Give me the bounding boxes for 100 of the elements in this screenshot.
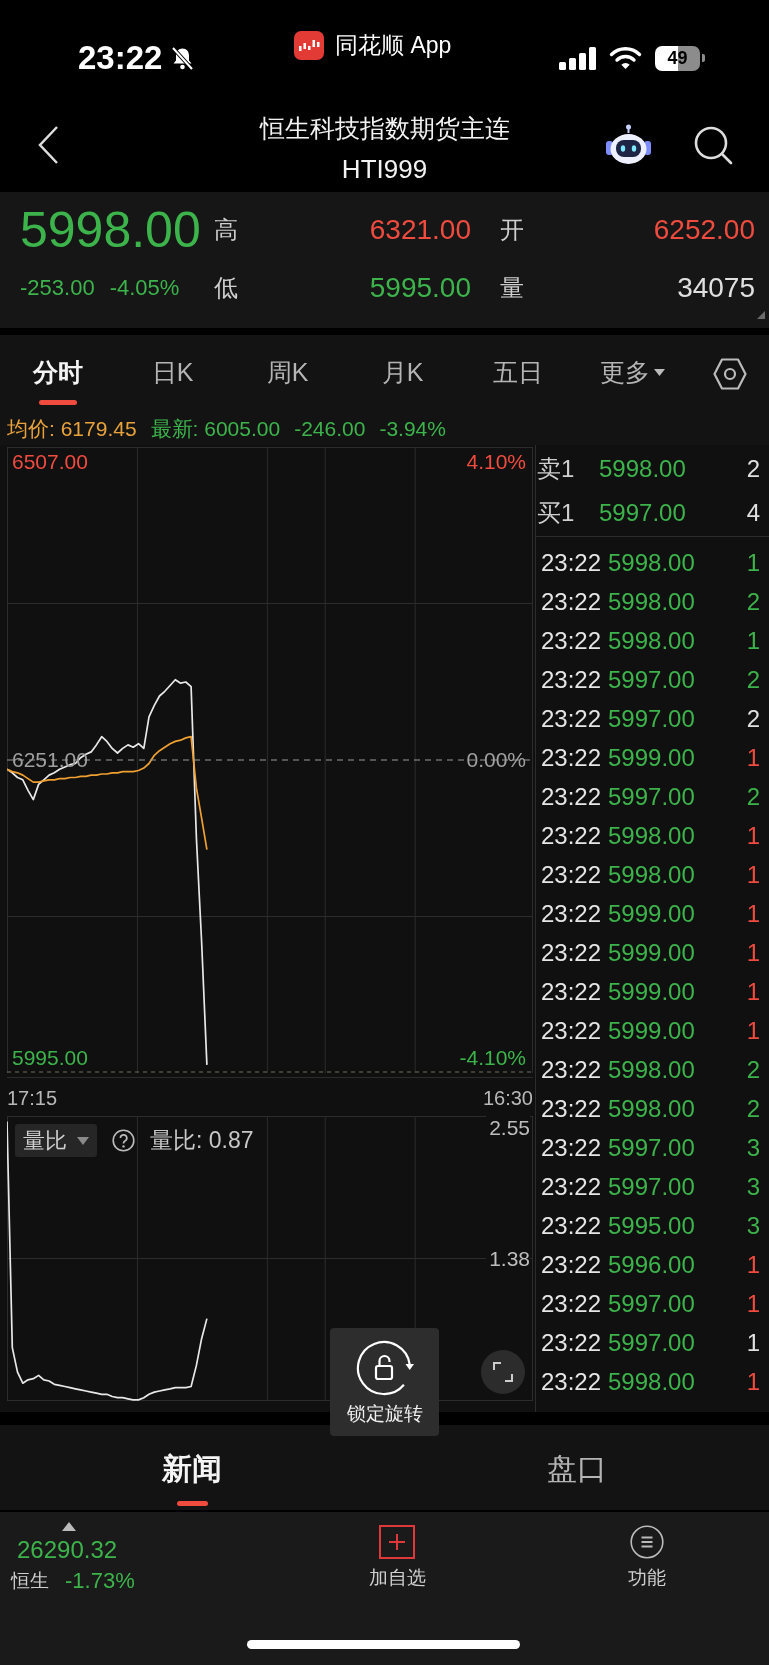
corner-triangle-icon[interactable] [757, 311, 765, 319]
indicator-dropdown[interactable]: 量比 [15, 1124, 97, 1157]
trade-price: 5997.00 [608, 1133, 695, 1162]
trade-volume: 1 [746, 626, 760, 655]
trade-time: 23:22 [541, 938, 603, 967]
robot-icon[interactable] [605, 124, 652, 166]
battery-indicator: 49 [655, 45, 705, 71]
trade-volume: 2 [746, 1094, 760, 1123]
trade-time: 23:22 [541, 548, 603, 577]
trade-time: 23:22 [541, 977, 603, 1006]
trade-time: 23:22 [541, 782, 603, 811]
triangle-up-icon[interactable] [62, 1522, 76, 1531]
trade-price: 5997.00 [608, 1328, 695, 1357]
back-icon[interactable] [37, 125, 59, 165]
trade-time: 23:22 [541, 704, 603, 733]
trade-volume: 1 [746, 1328, 760, 1357]
trade-price: 5997.00 [608, 1289, 695, 1318]
info-text: -3.94% [379, 416, 446, 442]
trade-time: 23:22 [541, 1055, 603, 1084]
trade-price: 5999.00 [608, 977, 695, 1006]
trade-volume: 1 [746, 821, 760, 850]
trade-time: 23:22 [541, 1094, 603, 1123]
trade-time: 23:22 [541, 1211, 603, 1240]
trade-volume: 1 [746, 899, 760, 928]
stat-label: 量 [500, 273, 525, 303]
time-axis-label: 16:30 [482, 1086, 533, 1111]
trade-volume: 1 [746, 860, 760, 889]
last-price: 5998.00 [20, 201, 202, 259]
index-name: 恒生 [11, 1569, 49, 1593]
trade-time: 23:22 [541, 587, 603, 616]
trade-time: 23:22 [541, 1016, 603, 1045]
contract-code: HTI999 [341, 153, 428, 186]
price-axis-label: 5995.00 [12, 1044, 88, 1071]
trade-price: 5997.00 [608, 704, 695, 733]
trade-volume: 1 [746, 1289, 760, 1318]
trade-price: 5998.00 [608, 1055, 695, 1084]
order-price: 5998.00 [599, 455, 686, 483]
trade-time: 23:22 [541, 821, 603, 850]
trade-volume: 2 [746, 587, 760, 616]
order-price: 5997.00 [599, 499, 686, 527]
percent-axis-label: 4.10% [466, 449, 526, 476]
period-tab[interactable]: 日K [115, 335, 230, 412]
price-change: -253.00 [20, 274, 95, 302]
trade-price: 5999.00 [608, 1016, 695, 1045]
percent-axis-label: 0.00% [466, 747, 526, 773]
trade-price: 5998.00 [608, 587, 695, 616]
trade-price: 5998.00 [608, 1367, 695, 1396]
trade-volume: 2 [746, 704, 760, 733]
wifi-icon [609, 46, 642, 70]
order-volume: 4 [746, 499, 760, 527]
trade-price: 5997.00 [608, 665, 695, 694]
trade-price: 5998.00 [608, 1094, 695, 1123]
toolbar-button[interactable]: 加自选 [368, 1512, 426, 1591]
trade-time: 23:22 [541, 1250, 603, 1279]
trade-time: 23:22 [541, 860, 603, 889]
trade-price: 5997.00 [608, 1172, 695, 1201]
help-icon[interactable] [112, 1129, 135, 1152]
trade-time: 23:22 [541, 1328, 603, 1357]
page-title: 恒生科技指数期货主连 [259, 113, 510, 144]
trade-volume: 2 [746, 782, 760, 811]
trade-price: 5999.00 [608, 899, 695, 928]
trade-volume: 1 [746, 938, 760, 967]
search-icon[interactable] [693, 125, 733, 165]
info-text: -246.00 [294, 416, 366, 442]
trade-volume: 1 [746, 548, 760, 577]
stat-label: 低 [214, 273, 239, 303]
trade-volume: 3 [746, 1211, 760, 1240]
padlock-arrow-icon [354, 1338, 415, 1398]
period-tab[interactable]: 月K [345, 335, 460, 412]
trade-price: 5997.00 [608, 782, 695, 811]
time-axis-label: 17:15 [7, 1086, 58, 1111]
info-text: 最新: 6005.00 [150, 416, 281, 442]
signal-icon [559, 46, 596, 70]
settings-icon[interactable] [712, 357, 747, 390]
period-tab[interactable]: 分时 [0, 335, 115, 412]
index-change: -1.73% [65, 1567, 135, 1595]
toolbar-button[interactable]: 功能 [627, 1512, 666, 1591]
stat-value: 6252.00 [652, 213, 755, 247]
stat-value: 34075 [676, 271, 755, 305]
menu-circle-icon [629, 1525, 664, 1559]
trade-price: 5995.00 [608, 1211, 695, 1240]
app-name: 同花顺 App [335, 31, 452, 60]
period-tab[interactable]: 周K [230, 335, 345, 412]
fullscreen-button[interactable] [481, 1350, 525, 1394]
trade-volume: 3 [746, 1172, 760, 1201]
trade-volume: 1 [746, 743, 760, 772]
period-tab[interactable]: 五日 [460, 335, 575, 412]
order-volume: 2 [746, 455, 760, 483]
trade-volume: 1 [746, 1250, 760, 1279]
trade-price: 5998.00 [608, 548, 695, 577]
stat-value: 6321.00 [368, 213, 471, 247]
order-side-label: 买1 [537, 498, 576, 528]
rotation-lock-button[interactable]: 锁定旋转 [330, 1328, 439, 1436]
trade-volume: 1 [746, 1016, 760, 1045]
trade-volume: 2 [746, 665, 760, 694]
trade-price: 5996.00 [608, 1250, 695, 1279]
trade-time: 23:22 [541, 1367, 603, 1396]
caret-down-icon [77, 1136, 89, 1145]
period-tab[interactable]: 更多 [575, 335, 690, 412]
stat-label: 开 [500, 215, 525, 245]
